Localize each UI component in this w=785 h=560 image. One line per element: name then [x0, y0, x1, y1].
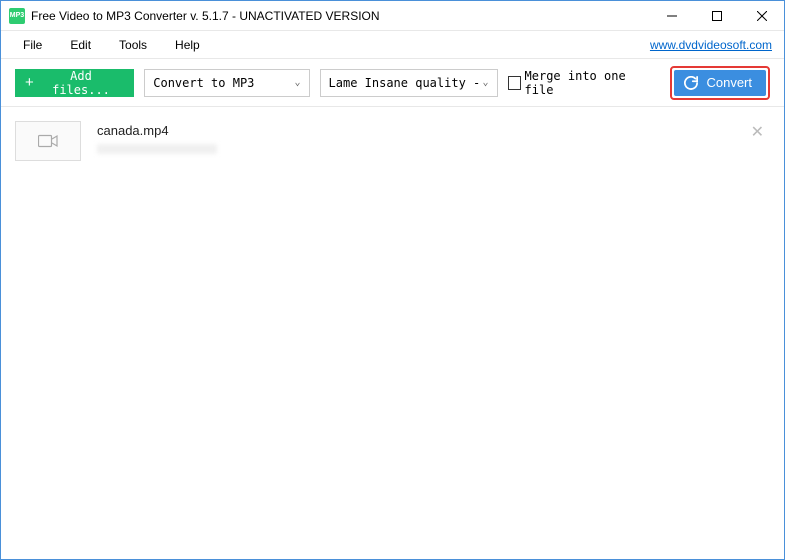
close-button[interactable] [739, 1, 784, 31]
file-row[interactable]: canada.mp4 ✕ [15, 117, 770, 165]
add-files-button[interactable]: + Add files... [15, 69, 134, 97]
file-subinfo [97, 144, 217, 154]
quality-dropdown[interactable]: Lame Insane quality - 32 ⌄ [320, 69, 498, 97]
remove-file-button[interactable]: ✕ [745, 123, 770, 143]
convert-label: Convert [706, 75, 752, 90]
add-files-label: Add files... [42, 69, 120, 97]
menubar: File Edit Tools Help www.dvdvideosoft.co… [1, 31, 784, 59]
convert-button-highlight: Convert [670, 66, 770, 100]
menu-help[interactable]: Help [165, 34, 210, 56]
titlebar: MP3 Free Video to MP3 Converter v. 5.1.7… [1, 1, 784, 31]
file-list: canada.mp4 ✕ [1, 107, 784, 175]
close-icon: ✕ [751, 124, 764, 141]
site-link[interactable]: www.dvdvideosoft.com [650, 38, 772, 52]
quality-label: Lame Insane quality - 32 [329, 76, 483, 90]
maximize-button[interactable] [694, 1, 739, 31]
app-icon: MP3 [9, 8, 25, 24]
checkbox-icon [508, 76, 521, 90]
chevron-down-icon: ⌄ [295, 77, 301, 88]
convert-button[interactable]: Convert [674, 70, 766, 96]
minimize-button[interactable] [649, 1, 694, 31]
window-title: Free Video to MP3 Converter v. 5.1.7 - U… [31, 9, 380, 23]
window-controls [649, 1, 784, 31]
chevron-down-icon: ⌄ [483, 77, 489, 88]
toolbar: + Add files... Convert to MP3 ⌄ Lame Ins… [1, 59, 784, 107]
merge-label: Merge into one file [525, 69, 651, 97]
file-info: canada.mp4 [97, 121, 770, 154]
plus-icon: + [25, 75, 34, 90]
menu-tools[interactable]: Tools [109, 34, 157, 56]
file-name: canada.mp4 [97, 123, 770, 138]
menu-file[interactable]: File [13, 34, 52, 56]
file-thumbnail [15, 121, 81, 161]
format-label: Convert to MP3 [153, 76, 294, 90]
merge-checkbox[interactable]: Merge into one file [508, 69, 651, 97]
menu-edit[interactable]: Edit [60, 34, 101, 56]
refresh-icon [684, 76, 698, 90]
format-dropdown[interactable]: Convert to MP3 ⌄ [144, 69, 309, 97]
